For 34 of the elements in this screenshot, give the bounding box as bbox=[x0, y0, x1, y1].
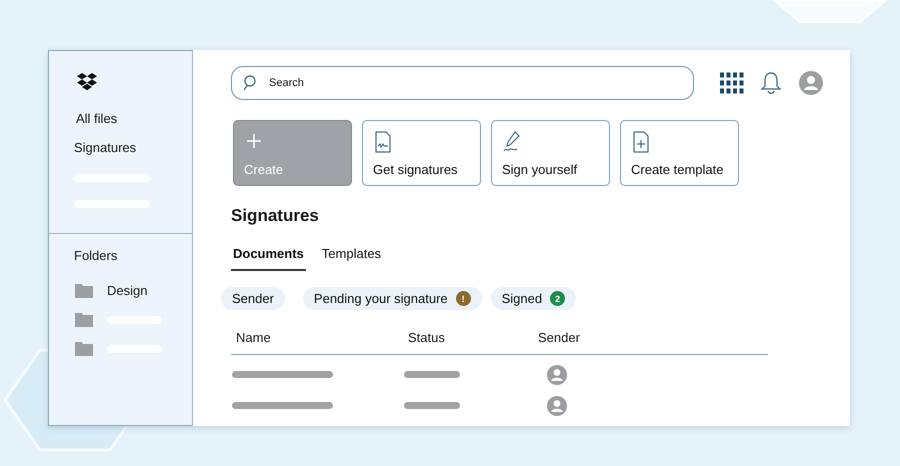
count-badge: ! bbox=[456, 291, 471, 306]
folder-icon bbox=[75, 342, 93, 356]
user-avatar-icon bbox=[547, 396, 567, 416]
column-header: Status bbox=[408, 330, 446, 345]
tab[interactable]: Documents bbox=[231, 242, 306, 271]
action-card[interactable]: Sign yourself bbox=[491, 120, 610, 186]
filter-chip[interactable]: Signed 2 bbox=[490, 287, 576, 310]
placeholder-line bbox=[404, 402, 460, 409]
folder-icon bbox=[75, 312, 93, 326]
filter-chip[interactable]: Pending your signature ! bbox=[302, 287, 482, 310]
action-card[interactable]: Get signatures bbox=[362, 120, 481, 186]
user-avatar-icon[interactable] bbox=[799, 71, 823, 95]
column-header: Sender bbox=[538, 330, 581, 345]
add-document-icon bbox=[631, 131, 651, 153]
nav-link[interactable]: Signatures bbox=[74, 138, 192, 167]
section-title: Folders bbox=[74, 248, 118, 265]
search-icon bbox=[243, 75, 257, 91]
logo-icon bbox=[76, 73, 98, 93]
pen-icon bbox=[502, 131, 522, 153]
bell-icon[interactable] bbox=[760, 71, 782, 95]
count-badge: 2 bbox=[550, 291, 566, 306]
user-avatar-icon bbox=[547, 364, 567, 384]
filter-chip[interactable]: Sender bbox=[221, 287, 285, 310]
action-card[interactable]: Create template bbox=[620, 120, 739, 186]
placeholder-line bbox=[404, 371, 460, 378]
search-field[interactable]: Search bbox=[231, 66, 694, 100]
page-heading: Signatures bbox=[231, 206, 320, 227]
folder-icon bbox=[75, 284, 93, 298]
nav-link[interactable]: All files bbox=[74, 109, 192, 138]
folder-item[interactable]: Design bbox=[107, 283, 148, 298]
apps-grid-icon[interactable] bbox=[720, 72, 744, 94]
column-header: Name bbox=[236, 330, 272, 345]
tab[interactable]: Templates bbox=[320, 242, 384, 271]
signed-document-icon bbox=[373, 131, 393, 153]
